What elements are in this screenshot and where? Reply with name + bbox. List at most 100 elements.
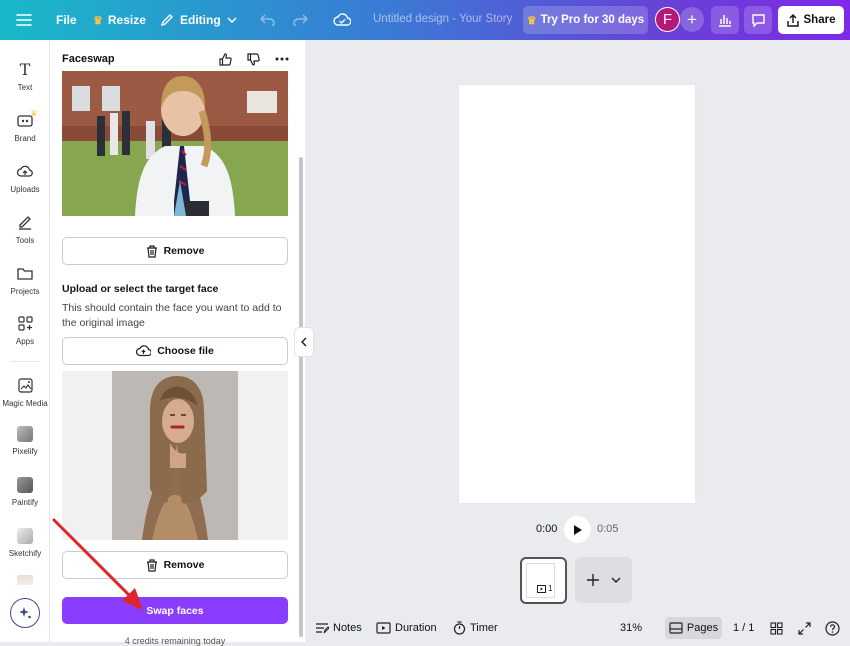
redo-icon[interactable] [292,0,308,40]
rail-item-label: Brand [14,134,36,143]
plus-icon [586,574,599,586]
timer-icon [453,621,466,635]
rail-item-projects[interactable]: Projects [0,262,50,296]
rail-item-label: Paintify [11,498,39,507]
chevron-left-icon [301,337,307,347]
page-number-badge: 1 [537,584,552,593]
rail-item-uploads[interactable]: Uploads [0,160,50,194]
upload-cloud-icon [136,345,152,357]
undo-icon[interactable] [260,0,276,40]
rail-item-text[interactable]: T Text [0,58,50,93]
pixelify-app-icon [17,426,33,442]
play-icon [573,524,582,535]
rail-item-brand[interactable]: ♛ Brand [0,109,50,144]
app-thumbnail-partial[interactable] [17,575,33,585]
rail-item-tools[interactable]: Tools [0,211,50,245]
design-title[interactable]: Untitled design - Your Story [373,13,512,25]
rail-item-apps[interactable]: Apps [0,312,50,346]
resize-button[interactable]: ♛ Resize [93,0,146,40]
try-pro-button[interactable]: ♛ Try Pro for 30 days [523,6,648,34]
more-options-icon[interactable] [275,51,289,67]
insights-chart-icon[interactable] [711,6,739,34]
thumbs-up-icon[interactable] [219,51,232,67]
pages-button[interactable]: Pages [665,617,722,639]
apps-grid-icon [14,312,36,334]
notes-label: Notes [333,622,362,634]
grid-view-icon[interactable] [770,614,783,642]
duration-icon [376,622,391,634]
design-page-canvas[interactable] [459,85,695,503]
remove-label: Remove [163,559,205,571]
panel-title: Faceswap [62,53,115,65]
crown-icon: ♛ [526,14,537,27]
rail-item-label: Uploads [10,185,40,194]
target-face-heading: Upload or select the target face [62,283,219,295]
credits-remaining: 4 credits remaining today [124,636,226,646]
comment-icon[interactable] [744,6,772,34]
video-page-icon [537,584,546,593]
file-menu[interactable]: File [56,0,77,40]
rail-item-sketchify[interactable]: Sketchify [0,525,50,558]
cloud-saved-icon[interactable] [333,0,351,40]
editing-label: Editing [180,13,221,27]
rail-item-pixelify[interactable]: Pixelify [0,423,50,456]
choose-file-label: Choose file [157,345,214,357]
target-face-description: This should contain the face you want to… [62,302,282,329]
trash-icon [146,244,157,258]
play-button[interactable] [564,516,591,543]
swap-faces-button[interactable]: Swap faces [62,597,288,624]
original-image[interactable] [62,71,288,216]
paintify-app-icon [17,477,33,493]
rail-item-magic-media[interactable]: Magic Media [0,374,50,408]
thumbs-down-icon[interactable] [247,51,260,67]
pencil-icon [160,14,173,27]
share-icon [786,13,799,27]
pages-label: Pages [686,622,719,634]
share-label: Share [803,14,836,26]
timer-label: Timer [470,622,498,634]
duration-button[interactable]: Duration [376,614,437,642]
magic-media-icon [14,374,36,396]
chevron-down-icon [227,17,237,23]
panel-scrollbar[interactable] [299,157,303,637]
add-page-button[interactable] [575,557,632,603]
pen-icon [14,211,36,233]
page-thumbnail[interactable]: 1 [520,557,567,604]
faceswap-panel: Faceswap Remove Upload or select the tar… [50,40,305,646]
notes-icon [316,623,329,634]
editing-mode-dropdown[interactable]: Editing [160,0,237,40]
notes-button[interactable]: Notes [315,614,362,642]
remove-label: Remove [163,245,205,257]
page-count: 1 / 1 [733,622,755,634]
remove-target-button[interactable]: Remove [62,551,288,579]
sketchify-app-icon [17,528,33,544]
target-image[interactable] [112,371,238,540]
menu-icon[interactable] [16,0,32,40]
share-button[interactable]: Share [778,6,844,34]
remove-original-button[interactable]: Remove [62,237,288,265]
top-bar: File ♛ Resize Editing Untitled design - … [0,0,850,40]
timer-button[interactable]: Timer [453,614,498,642]
avatar[interactable]: F [655,7,680,32]
zoom-level[interactable]: 31% [620,614,642,642]
time-current: 0:00 [536,523,558,535]
help-icon[interactable] [825,614,840,642]
magic-assistant-button[interactable] [10,598,40,628]
rail-item-label: Pixelify [12,447,38,456]
try-pro-label: Try Pro for 30 days [540,14,645,26]
rail-item-label: Magic Media [2,399,48,408]
collapse-panel-button[interactable] [294,327,314,357]
rail-item-label: Projects [10,287,40,296]
choose-file-button[interactable]: Choose file [62,337,288,365]
rail-item-label: Sketchify [8,549,42,558]
resize-label: Resize [107,13,146,27]
add-collaborator-button[interactable]: + [680,7,704,32]
fullscreen-icon[interactable] [798,614,811,642]
bottom-bar: Notes Duration Timer 31% Pages 1 / 1 [305,614,850,642]
rail-item-paintify[interactable]: Paintify [0,474,50,507]
rail-item-label: Text [17,83,33,92]
time-total: 0:05 [597,523,619,535]
duration-label: Duration [395,622,437,634]
rail-item-label: Tools [15,236,35,245]
side-rail: T Text ♛ Brand Uploads Tools Projects Ap… [0,40,50,642]
